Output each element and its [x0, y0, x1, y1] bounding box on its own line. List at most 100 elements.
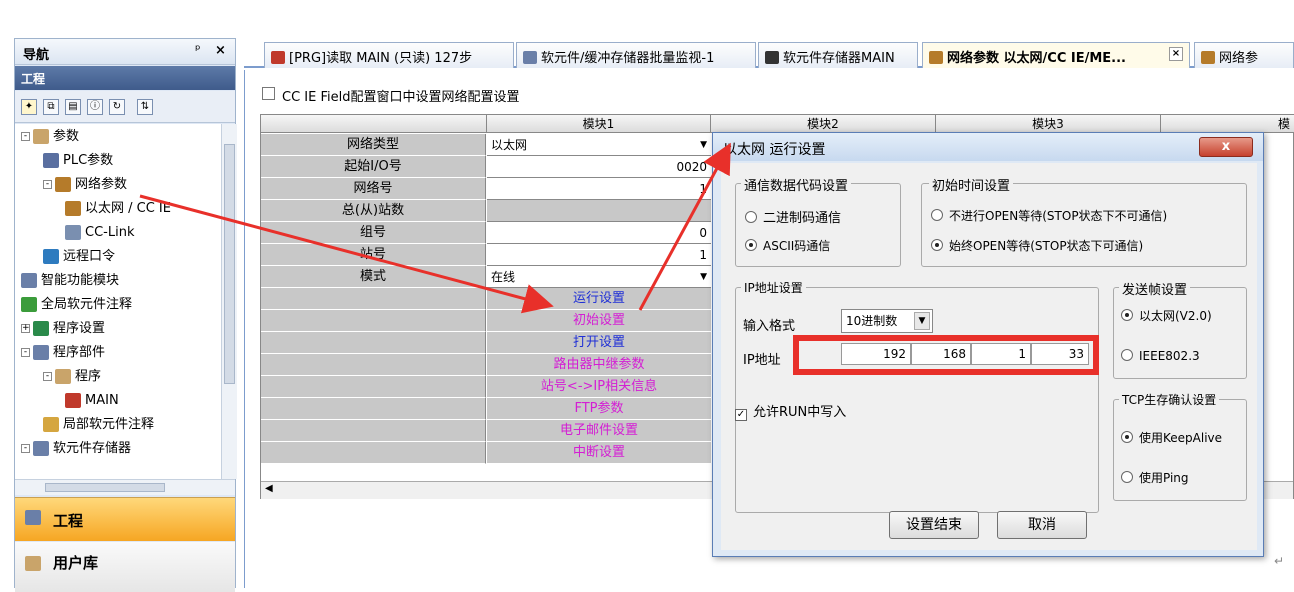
row-value-cell[interactable]: [487, 200, 711, 222]
input-format-select[interactable]: 10进制数 ▼: [841, 309, 933, 333]
dialog-close-button[interactable]: x: [1199, 137, 1253, 157]
tree-node-icon: [33, 345, 49, 360]
no-open-wait-radio[interactable]: 不进行OPEN等待(STOP状态下不可通信): [931, 207, 1167, 224]
cancel-button[interactable]: 取消: [997, 511, 1087, 539]
tree-horizontal-scrollbar[interactable]: [15, 479, 235, 495]
chevron-down-icon[interactable]: ▼: [914, 312, 930, 330]
ascii-code-radio[interactable]: ASCII码通信: [745, 237, 830, 254]
tab-label: 网络参数 以太网/CC IE/ME...: [947, 51, 1126, 66]
tree-vertical-scrollbar[interactable]: [221, 124, 237, 479]
move-icon[interactable]: ⇅: [137, 99, 153, 115]
ping-radio[interactable]: 使用Ping: [1121, 469, 1189, 486]
tree-item-label: 网络参数: [75, 177, 128, 192]
cc-ie-field-checkbox[interactable]: [262, 87, 275, 100]
tree-item[interactable]: + 程序设置: [21, 318, 105, 340]
ethernet-v2-radio[interactable]: 以太网(V2.0): [1121, 307, 1212, 324]
tree-item[interactable]: 智能功能模块: [21, 270, 119, 292]
radio-icon: [1121, 431, 1133, 443]
tree-item-label: 软元件存储器: [53, 441, 132, 456]
always-open-wait-radio[interactable]: 始终OPEN等待(STOP状态下可通信): [931, 237, 1143, 254]
row-value-cell[interactable]: 1: [487, 178, 711, 200]
tree-item-label: 以太网 / CC IE: [85, 201, 171, 216]
binary-code-radio[interactable]: 二进制码通信: [745, 207, 841, 226]
tree-item-label: 全局软元件注释: [41, 297, 133, 312]
close-icon[interactable]: ×: [215, 43, 226, 58]
row-value-cell[interactable]: 以太网 ▼: [487, 134, 711, 156]
tree-item[interactable]: 以太网 / CC IE: [65, 198, 171, 220]
settings-button[interactable]: 路由器中继参数: [487, 354, 711, 376]
expand-toggle-icon[interactable]: -: [21, 348, 30, 357]
row-value-cell[interactable]: 0: [487, 222, 711, 244]
dialog-body: 通信数据代码设置 二进制码通信 ASCII码通信 初始时间设置 不进行OPEN等…: [721, 163, 1257, 550]
pin-icon[interactable]: ᵖ: [195, 43, 201, 58]
copy-icon[interactable]: ⧉: [43, 99, 59, 115]
column-module-3: 模块3: [936, 115, 1161, 133]
tree-item[interactable]: 远程口令: [43, 246, 115, 268]
tree-node-icon: [65, 393, 81, 408]
paragraph-mark: ↵: [1274, 554, 1285, 568]
settings-button[interactable]: 电子邮件设置: [487, 420, 711, 442]
scroll-thumb[interactable]: [224, 144, 235, 384]
tree-item[interactable]: PLC参数: [43, 150, 113, 172]
tree-item[interactable]: 全局软元件注释: [21, 294, 132, 316]
allow-run-write-checkbox[interactable]: ✓ 允许RUN中写入: [735, 401, 846, 421]
project-icon: [25, 510, 41, 525]
refresh-icon[interactable]: ↻: [109, 99, 125, 115]
tree-item[interactable]: - 参数: [21, 126, 79, 148]
annotation-highlight-box: [793, 335, 1099, 375]
row-value-cell[interactable]: 1: [487, 244, 711, 266]
comm-code-group-label: 通信数据代码设置: [741, 175, 852, 194]
row-label-empty: [261, 332, 486, 354]
properties-icon[interactable]: ⓘ: [87, 99, 103, 115]
navigation-panel: 导航 ᵖ × 工程 ✦ ⧉ ▤ ⓘ ↻ ⇅ - 参数 PLC参数 - 网络参数 以太网 /…: [14, 38, 237, 592]
row-value-cell[interactable]: 0020: [487, 156, 711, 178]
row-value-cell[interactable]: 在线 ▼: [487, 266, 711, 288]
tab-network-params[interactable]: 网络参数 以太网/CC IE/ME... ×: [922, 42, 1190, 68]
column-module-1: 模块1: [487, 115, 711, 133]
project-header: 工程: [15, 66, 235, 90]
tree-node-icon: [65, 225, 81, 240]
checkbox-label: 允许RUN中写入: [753, 405, 847, 420]
dialog-title: 以太网 运行设置: [713, 133, 1263, 161]
expand-toggle-icon[interactable]: -: [21, 444, 30, 453]
input-format-label: 输入格式: [743, 319, 796, 334]
tab-close-icon[interactable]: ×: [1169, 47, 1183, 61]
tree-item[interactable]: MAIN: [65, 390, 119, 412]
radio-label: ASCII码通信: [763, 239, 831, 253]
expand-toggle-icon[interactable]: +: [21, 324, 30, 333]
settings-button[interactable]: 初始设置: [487, 310, 711, 332]
expand-toggle-icon[interactable]: -: [21, 132, 30, 141]
ieee8023-radio[interactable]: IEEE802.3: [1121, 349, 1200, 363]
settings-button[interactable]: 站号<->IP相关信息: [487, 376, 711, 398]
finish-settings-button[interactable]: 设置结束: [889, 511, 979, 539]
keepalive-radio[interactable]: 使用KeepAlive: [1121, 429, 1222, 446]
tab-device-memory[interactable]: 软元件存储器MAIN: [758, 42, 918, 68]
row-value: 0: [699, 226, 707, 240]
radio-icon: [931, 209, 943, 221]
chevron-down-icon[interactable]: ▼: [700, 134, 707, 156]
user-library-bar[interactable]: 用户库: [15, 542, 235, 592]
tree-item[interactable]: - 软元件存储器: [21, 438, 131, 460]
settings-button[interactable]: 运行设置: [487, 288, 711, 310]
tab-prg-main[interactable]: [PRG]读取 MAIN (只读) 127步: [264, 42, 514, 68]
tree-item[interactable]: - 网络参数: [43, 174, 127, 196]
tree-node-icon: [33, 441, 49, 456]
project-bar[interactable]: 工程: [15, 497, 235, 541]
expand-toggle-icon[interactable]: -: [43, 180, 52, 189]
settings-button[interactable]: 中断设置: [487, 442, 711, 464]
init-time-group: [921, 183, 1247, 267]
tree-item[interactable]: - 程序: [43, 366, 101, 388]
hscroll-thumb[interactable]: [45, 483, 165, 492]
tab-network-params-2[interactable]: 网络参: [1194, 42, 1294, 68]
tree-item[interactable]: CC-Link: [65, 222, 134, 244]
tab-buffer-monitor[interactable]: 软元件/缓冲存储器批量监视-1: [516, 42, 756, 68]
chevron-down-icon[interactable]: ▼: [700, 266, 707, 288]
settings-button[interactable]: 打开设置: [487, 332, 711, 354]
settings-button[interactable]: FTP参数: [487, 398, 711, 420]
new-item-icon[interactable]: ✦: [21, 99, 37, 115]
scroll-left-icon[interactable]: ◀: [265, 483, 273, 494]
tree-item[interactable]: 局部软元件注释: [43, 414, 154, 436]
expand-toggle-icon[interactable]: -: [43, 372, 52, 381]
paste-icon[interactable]: ▤: [65, 99, 81, 115]
tree-item[interactable]: - 程序部件: [21, 342, 105, 364]
